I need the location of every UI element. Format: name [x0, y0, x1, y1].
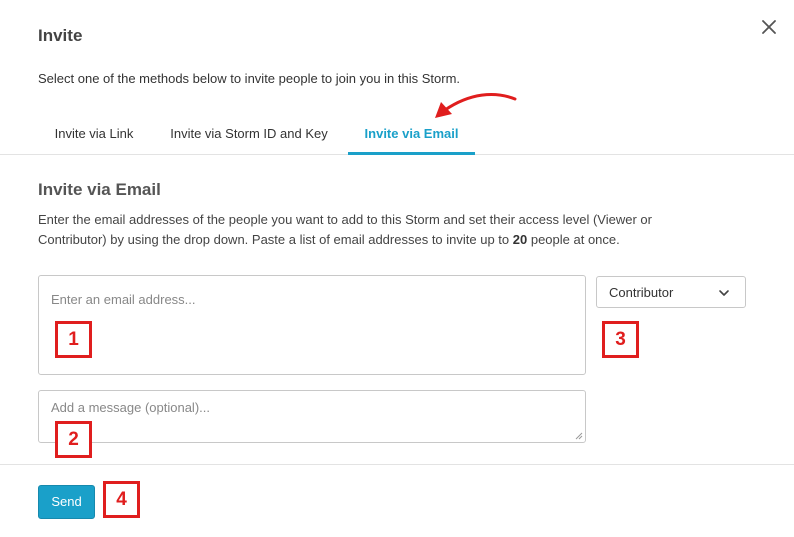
tab-invite-via-link[interactable]: Invite via Link [38, 117, 150, 155]
annotation-badge-3: 3 [602, 321, 639, 358]
close-icon [762, 20, 776, 34]
send-button[interactable]: Send [38, 485, 95, 519]
annotation-badge-4: 4 [103, 481, 140, 518]
message-input[interactable] [39, 391, 585, 442]
section-description: Enter the email addresses of the people … [38, 210, 718, 250]
email-input-box[interactable] [38, 275, 586, 375]
dialog-title: Invite [38, 26, 83, 45]
message-input-box[interactable] [38, 390, 586, 443]
invite-limit: 20 [512, 232, 528, 247]
access-level-value: Contributor [609, 285, 674, 300]
section-title: Invite via Email [38, 180, 161, 199]
annotation-badge-1: 1 [55, 321, 92, 358]
description-text-end: people at once. [527, 232, 620, 247]
resize-grip-icon[interactable] [575, 432, 583, 440]
invite-method-tabs: Invite via Link Invite via Storm ID and … [0, 117, 794, 155]
access-level-select[interactable]: Contributor [596, 276, 746, 308]
dialog-intro: Select one of the methods below to invit… [38, 71, 461, 86]
email-input[interactable] [39, 276, 585, 322]
chevron-down-icon [719, 290, 729, 296]
annotation-arrow [435, 93, 517, 118]
tab-invite-via-storm-id[interactable]: Invite via Storm ID and Key [154, 117, 344, 155]
footer-divider [0, 464, 794, 465]
close-button[interactable] [758, 16, 780, 38]
annotation-badge-2: 2 [55, 421, 92, 458]
